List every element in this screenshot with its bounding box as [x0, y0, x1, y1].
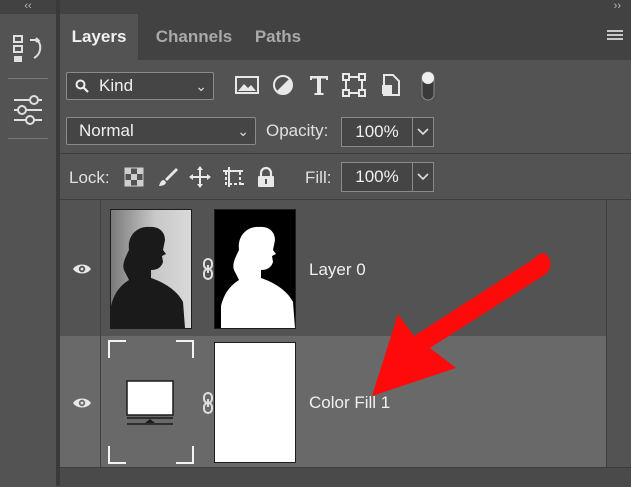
fill-slider-button[interactable] [412, 162, 434, 192]
fill-mask-thumbnail[interactable] [214, 342, 296, 463]
tab-layers[interactable]: Layers [60, 14, 138, 60]
search-icon [75, 79, 89, 93]
adjustment-filter-icon[interactable] [270, 72, 296, 98]
panel-bottom-bar [60, 467, 631, 487]
fill-layer-thumbnail[interactable] [108, 340, 194, 464]
lock-label: Lock: [69, 168, 110, 187]
fill-label: Fill: [305, 168, 332, 187]
eye-icon[interactable] [72, 262, 92, 276]
mask-image [215, 210, 295, 328]
chevron-down-icon: ⌄ [195, 78, 207, 94]
layer-name[interactable]: Layer 0 [309, 260, 366, 280]
sliders-icon [14, 95, 42, 125]
chevron-down-icon: ⌄ [237, 123, 249, 139]
tab-paths[interactable]: Paths [246, 14, 310, 60]
divider [60, 153, 631, 154]
lock-transparent-icon[interactable] [122, 165, 146, 189]
tool-strip: ‹‹ [0, 0, 56, 486]
tab-channels[interactable]: Channels [142, 14, 246, 60]
layer-mask-thumbnail[interactable] [214, 209, 296, 329]
fill-input[interactable]: 100% [341, 162, 413, 192]
tool-separator [8, 78, 48, 79]
lock-position-icon[interactable] [188, 165, 212, 189]
lock-all-icon[interactable] [254, 165, 278, 189]
blend-mode-dropdown[interactable]: Normal ⌄ [66, 117, 256, 145]
filter-toggle-icon[interactable] [418, 70, 438, 102]
panel-top-bar: ›› [60, 0, 631, 14]
type-filter-icon[interactable] [306, 72, 332, 98]
layer-name[interactable]: Color Fill 1 [309, 393, 390, 413]
smart-object-filter-icon[interactable] [378, 72, 404, 98]
collapse-left-icon[interactable]: ‹‹ [0, 0, 56, 14]
opacity-label: Opacity: [266, 121, 329, 140]
kind-filter-label: Kind [99, 76, 134, 95]
panel-tabs: Layers Channels Paths [60, 14, 631, 60]
kind-filter-dropdown[interactable]: Kind ⌄ [66, 72, 214, 100]
eye-icon[interactable] [72, 396, 92, 410]
visibility-column-divider [100, 200, 101, 336]
layer-row-color-fill-1[interactable]: Color Fill 1 [60, 336, 606, 467]
visibility-column-divider [100, 336, 101, 467]
opacity-slider-button[interactable] [412, 117, 434, 147]
layers-scrollbar[interactable] [606, 200, 631, 467]
blend-mode-value: Normal [79, 121, 134, 140]
history-tool-button[interactable] [0, 22, 56, 82]
opacity-input[interactable]: 100% [341, 117, 413, 147]
panel-menu-icon[interactable] [607, 30, 623, 42]
tool-separator [8, 138, 48, 139]
lock-artboard-icon[interactable] [221, 165, 245, 189]
layers-panel: ›› Layers Channels Paths Kind ⌄ Normal ⌄… [60, 0, 631, 487]
adjustments-tool-button[interactable] [0, 82, 56, 142]
portrait-image [111, 210, 191, 328]
layer-thumbnail[interactable] [110, 209, 192, 329]
history-icon [13, 35, 42, 62]
shape-filter-icon[interactable] [341, 72, 367, 98]
image-filter-icon[interactable] [234, 72, 260, 98]
link-icon[interactable] [202, 258, 214, 280]
collapse-right-icon[interactable]: ›› [614, 0, 621, 12]
chevron-down-icon [417, 128, 429, 136]
chevron-down-icon [417, 173, 429, 181]
fill-layer-icon [108, 340, 194, 464]
lock-image-icon[interactable] [156, 165, 180, 189]
link-icon[interactable] [202, 392, 214, 414]
layer-row-layer-0[interactable]: Layer 0 [60, 200, 606, 336]
